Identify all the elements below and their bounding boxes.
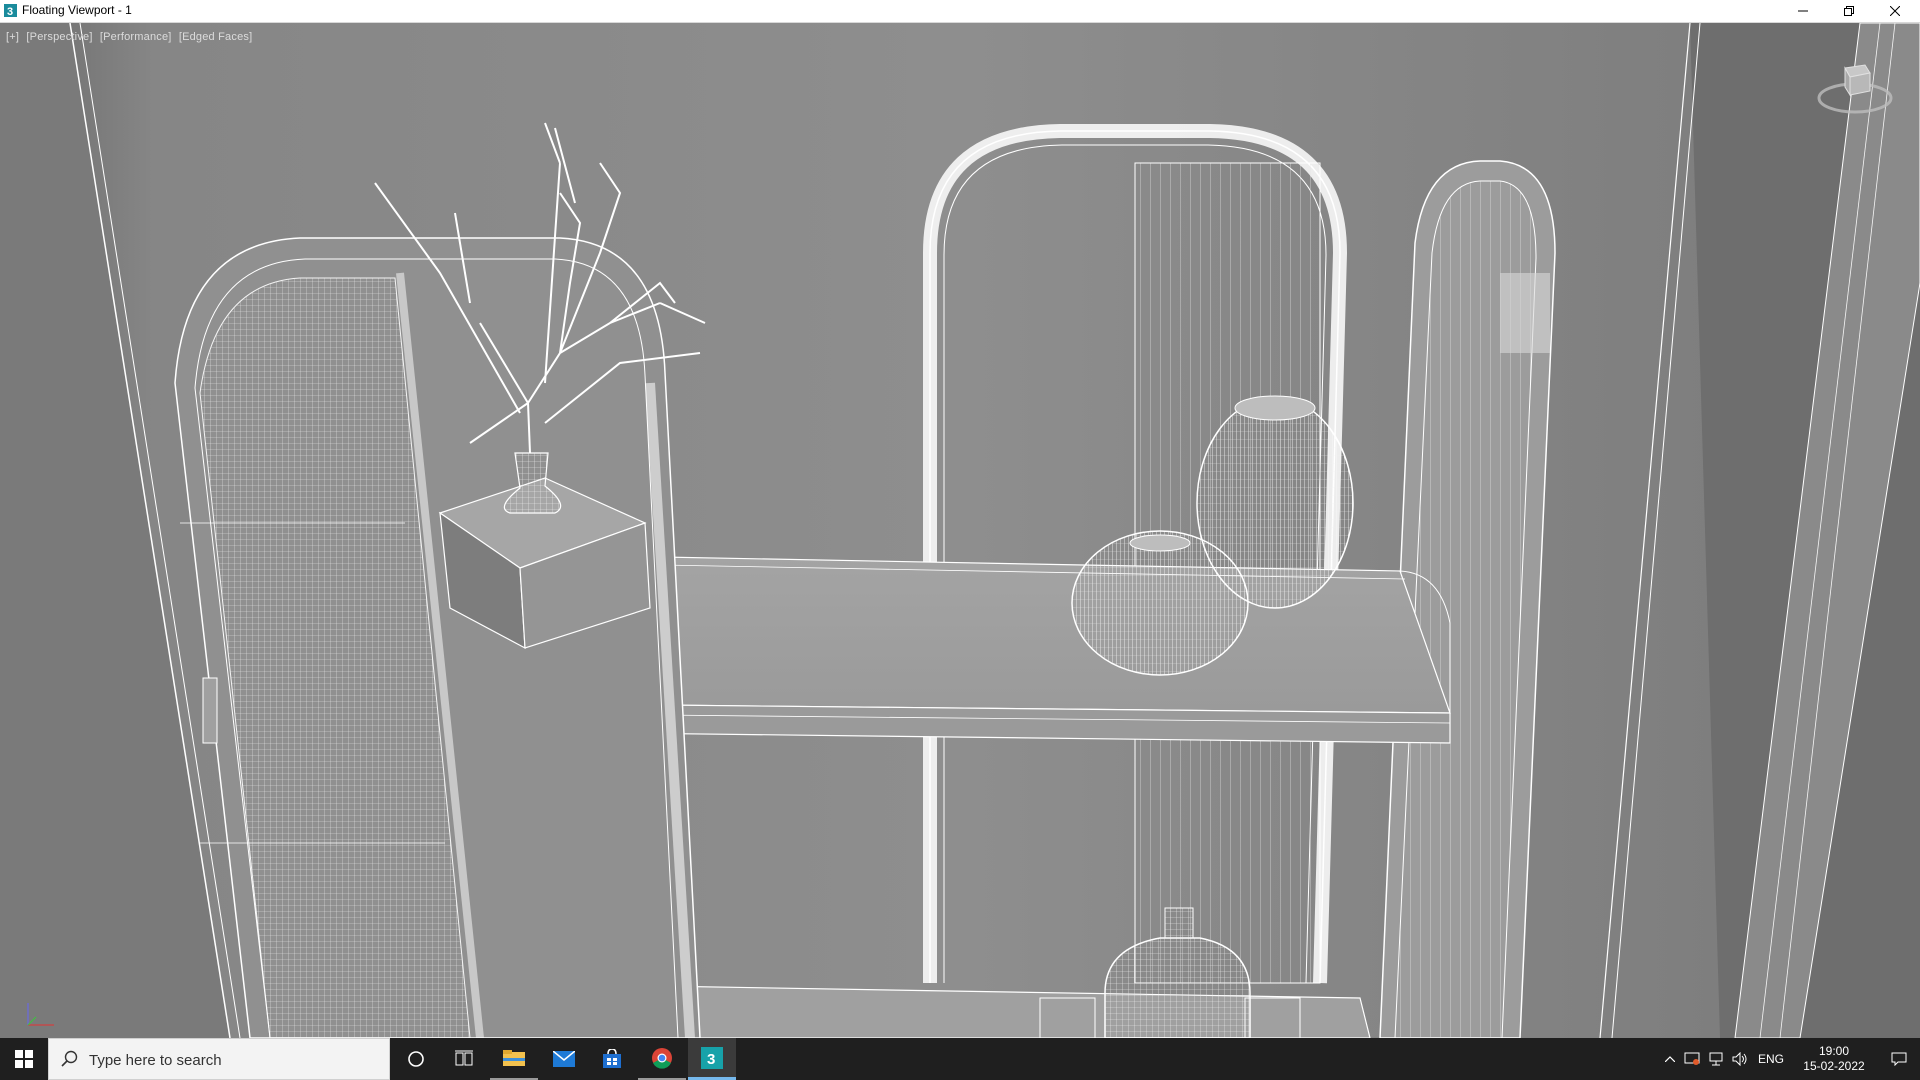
- chrome-icon: [652, 1048, 672, 1069]
- axis-tripod-icon: [27, 1003, 54, 1026]
- windows-taskbar: Type here to search 3 ENG 19:00 15-02-20…: [0, 1038, 1920, 1080]
- title-bar[interactable]: 3 Floating Viewport - 1: [0, 0, 1920, 23]
- 3dsmax-taskbar-button[interactable]: 3: [688, 1038, 736, 1080]
- task-view-button[interactable]: [440, 1038, 488, 1080]
- speaker-icon: [1732, 1052, 1747, 1066]
- mail-icon: [553, 1051, 575, 1067]
- tray-app-button[interactable]: [1680, 1038, 1704, 1080]
- viewcube-icon[interactable]: [1810, 53, 1900, 123]
- perspective-viewport[interactable]: [+] [Perspective] [Performance] [Edged F…: [0, 23, 1920, 1038]
- notification-icon: [1891, 1052, 1907, 1066]
- start-button[interactable]: [0, 1038, 48, 1080]
- window-title: Floating Viewport - 1: [22, 3, 132, 17]
- 3dsmax-app-icon: 3: [4, 4, 17, 18]
- file-explorer-icon: [503, 1050, 525, 1066]
- chevron-up-icon: [1665, 1056, 1675, 1062]
- viewport-shading-label[interactable]: [Edged Faces]: [179, 31, 253, 43]
- cortana-icon: [408, 1051, 424, 1067]
- 3dsmax-taskbar-icon: 3: [701, 1046, 723, 1069]
- tray-app-icon: [1684, 1052, 1700, 1065]
- network-button[interactable]: [1704, 1038, 1728, 1080]
- viewport-plus-menu[interactable]: [+]: [6, 31, 19, 43]
- close-icon: [1890, 6, 1900, 16]
- restore-button[interactable]: [1826, 0, 1872, 22]
- restore-icon: [1844, 6, 1854, 16]
- file-explorer-button[interactable]: [490, 1038, 538, 1080]
- taskbar-search-box[interactable]: Type here to search: [48, 1038, 390, 1080]
- cortana-button[interactable]: [392, 1038, 440, 1080]
- close-button[interactable]: [1872, 0, 1918, 22]
- viewport-pov-label[interactable]: [Perspective]: [26, 31, 92, 43]
- chrome-button[interactable]: [638, 1038, 686, 1080]
- task-view-icon: [455, 1050, 473, 1066]
- round-ribbed-vase: [1071, 530, 1249, 676]
- action-center-button[interactable]: [1882, 1038, 1916, 1080]
- windows-logo-icon: [15, 1050, 33, 1068]
- volume-button[interactable]: [1728, 1038, 1752, 1080]
- minimize-icon: [1798, 10, 1808, 12]
- network-icon: [1709, 1052, 1723, 1066]
- clock-date: 15-02-2022: [1803, 1059, 1865, 1073]
- door-handle: [202, 677, 218, 744]
- mail-button[interactable]: [540, 1038, 588, 1080]
- clock-time: 19:00: [1818, 1044, 1850, 1058]
- search-placeholder: Type here to search: [89, 1052, 222, 1069]
- input-language-indicator[interactable]: ENG: [1754, 1038, 1788, 1080]
- wireframe-scene[interactable]: [0, 23, 1920, 1038]
- viewport-label-menu[interactable]: [+] [Perspective] [Performance] [Edged F…: [6, 31, 256, 43]
- minimize-button[interactable]: [1780, 0, 1826, 22]
- system-tray: ENG 19:00 15-02-2022: [1660, 1038, 1920, 1080]
- svg-text:3: 3: [7, 6, 13, 18]
- search-icon: [61, 1050, 78, 1067]
- viewport-performance-label[interactable]: [Performance]: [100, 31, 172, 43]
- floating-viewport-window: 3 Floating Viewport - 1 [+] [Perspective…: [0, 0, 1920, 1038]
- store-button[interactable]: [588, 1038, 636, 1080]
- left-arch-frame: [174, 237, 701, 1038]
- store-icon: [603, 1049, 621, 1068]
- show-hidden-icons-button[interactable]: [1660, 1038, 1680, 1080]
- taskbar-clock[interactable]: 19:00 15-02-2022: [1796, 1044, 1872, 1074]
- svg-text:3: 3: [707, 1051, 715, 1068]
